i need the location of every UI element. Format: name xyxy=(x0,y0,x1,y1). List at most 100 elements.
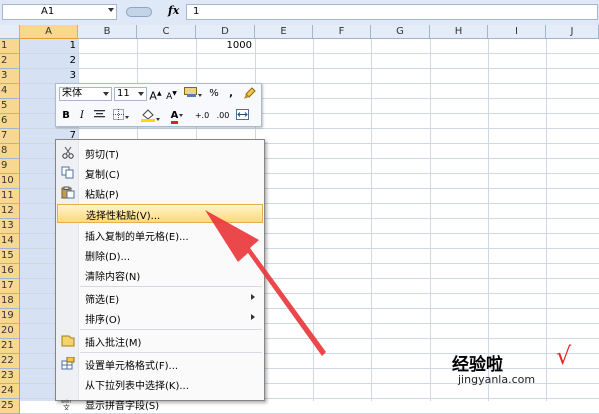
menu-item-pick-from-list[interactable]: 从下拉列表中选择(K)... xyxy=(57,374,263,393)
menu-item-sort[interactable]: 排序(O) xyxy=(57,308,263,327)
scissors-icon xyxy=(62,146,74,159)
menu-item-delete[interactable]: 删除(D)... xyxy=(57,245,263,264)
menu-item-paste-special[interactable]: 选择性粘贴(V)... xyxy=(57,204,263,223)
row-header-24[interactable]: 24 xyxy=(0,384,20,399)
font-size-value: 11 xyxy=(117,88,130,99)
watermark-brand: 经验啦 xyxy=(452,355,503,375)
phonetic-icon: wén文 xyxy=(61,398,71,410)
column-header-a[interactable]: A xyxy=(20,25,78,39)
menu-item-cut[interactable]: 剪切(T) xyxy=(57,143,263,162)
row-header-4[interactable]: 4 xyxy=(0,84,20,99)
menu-item-insert-comment[interactable]: 插入批注(M) xyxy=(57,331,263,350)
menu-item-filter[interactable]: 筛选(E) xyxy=(57,288,263,307)
font-name-value: 宋体 xyxy=(62,88,82,99)
menu-separator xyxy=(80,352,262,353)
row-header-15[interactable]: 15 xyxy=(0,249,20,264)
grow-font-button[interactable]: A▲ xyxy=(149,87,162,103)
comma-style-button[interactable]: , xyxy=(226,87,236,101)
row-header-10[interactable]: 10 xyxy=(0,174,20,189)
italic-button[interactable]: I xyxy=(76,109,88,123)
menu-item-format-cells[interactable]: 设置单元格格式(F)... xyxy=(57,354,263,373)
watermark-check-icon: √ xyxy=(556,342,572,370)
menu-label: 从下拉列表中选择(K)... xyxy=(85,381,189,392)
menu-item-insert-copied-cells[interactable]: 插入复制的单元格(E)... xyxy=(57,225,263,244)
row-header-3[interactable]: 3 xyxy=(0,69,20,84)
font-size-select[interactable]: 11 xyxy=(114,87,147,101)
menu-label: 删除(D)... xyxy=(85,252,131,263)
clipboard-icon xyxy=(61,186,75,199)
menu-label: 清除内容(N) xyxy=(85,272,141,283)
row-header-8[interactable]: 8 xyxy=(0,144,20,159)
menu-item-clear-contents[interactable]: 清除内容(N) xyxy=(57,265,263,284)
mini-toolbar: 宋体 11 A▲ A▼ % , B I A +.0 .00 xyxy=(55,83,262,127)
formula-bar-splitter[interactable] xyxy=(120,4,164,20)
row-header-2[interactable]: 2 xyxy=(0,54,20,69)
menu-label: 筛选(E) xyxy=(85,295,120,306)
row-header-13[interactable]: 13 xyxy=(0,219,20,234)
column-header-d[interactable]: D xyxy=(196,25,255,39)
fill-bucket-icon xyxy=(140,109,155,122)
row-header-6[interactable]: 6 xyxy=(0,114,20,129)
row-header-22[interactable]: 22 xyxy=(0,354,20,369)
row-header-18[interactable]: 18 xyxy=(0,294,20,309)
menu-item-show-phonetic[interactable]: wén 文 显示拼音字段(S) xyxy=(57,394,263,413)
decrease-decimal-button[interactable]: .00 xyxy=(214,109,232,123)
row-header-11[interactable]: 11 xyxy=(0,189,20,204)
format-painter-button[interactable] xyxy=(241,87,257,101)
row-header-9[interactable]: 9 xyxy=(0,159,20,174)
menu-label: 复制(C) xyxy=(85,170,120,181)
row-header-16[interactable]: 16 xyxy=(0,264,20,279)
menu-label: 选择性粘贴(V)... xyxy=(86,211,161,222)
row-header-12[interactable]: 12 xyxy=(0,204,20,219)
name-box-dropdown-icon[interactable] xyxy=(108,8,114,12)
center-align-button[interactable] xyxy=(92,109,106,123)
row-header-25[interactable]: 25 xyxy=(0,399,20,414)
select-all-corner[interactable] xyxy=(0,25,20,39)
fill-color-button[interactable] xyxy=(138,109,162,123)
formula-input[interactable]: 1 xyxy=(186,4,598,20)
column-header-g[interactable]: G xyxy=(371,25,430,39)
row-header-14[interactable]: 14 xyxy=(0,234,20,249)
formula-value: 1 xyxy=(193,6,200,17)
row-header-5[interactable]: 5 xyxy=(0,99,20,114)
row-header-17[interactable]: 17 xyxy=(0,279,20,294)
format-cells-icon xyxy=(61,357,75,370)
column-header-i[interactable]: I xyxy=(488,25,546,39)
bold-button[interactable]: B xyxy=(60,109,72,123)
cell-d1[interactable]: 1000 xyxy=(196,39,252,52)
font-name-select[interactable]: 宋体 xyxy=(59,87,112,101)
column-header-h[interactable]: H xyxy=(430,25,488,39)
borders-button[interactable] xyxy=(111,109,131,123)
row-header-1[interactable]: 1 xyxy=(0,39,20,54)
column-header-b[interactable]: B xyxy=(78,25,137,39)
row-header-23[interactable]: 23 xyxy=(0,369,20,384)
cell-a2[interactable]: 2 xyxy=(20,54,76,67)
menu-item-paste[interactable]: 粘贴(P) xyxy=(57,183,263,202)
menu-label: 设置单元格格式(F)... xyxy=(85,361,179,372)
shrink-font-button[interactable]: A▼ xyxy=(165,87,178,102)
row-header-7[interactable]: 7 xyxy=(0,129,20,144)
column-header-c[interactable]: C xyxy=(137,25,196,39)
column-header-e[interactable]: E xyxy=(255,25,313,39)
insert-function-button[interactable]: fx xyxy=(168,4,179,17)
column-header-f[interactable]: F xyxy=(313,25,371,39)
merge-center-button[interactable] xyxy=(234,109,250,123)
font-color-letter: A xyxy=(170,111,179,124)
font-color-button[interactable]: A xyxy=(166,109,188,124)
borders-icon xyxy=(113,109,124,120)
row-header-21[interactable]: 21 xyxy=(0,339,20,354)
column-header-j[interactable]: J xyxy=(546,25,599,39)
menu-label: 剪切(T) xyxy=(85,150,119,161)
copy-icon xyxy=(61,166,74,179)
menu-item-copy[interactable]: 复制(C) xyxy=(57,163,263,182)
row-header-19[interactable]: 19 xyxy=(0,309,20,324)
cell-a3[interactable]: 3 xyxy=(20,69,76,82)
menu-separator xyxy=(80,286,262,287)
name-box[interactable]: A1 xyxy=(2,4,117,20)
accounting-format-button[interactable] xyxy=(183,87,203,101)
cell-a1[interactable]: 1 xyxy=(20,39,76,52)
svg-text:文: 文 xyxy=(63,403,70,410)
row-header-20[interactable]: 20 xyxy=(0,324,20,339)
increase-decimal-button[interactable]: +.0 xyxy=(193,109,211,123)
percent-style-button[interactable]: % xyxy=(207,87,221,101)
